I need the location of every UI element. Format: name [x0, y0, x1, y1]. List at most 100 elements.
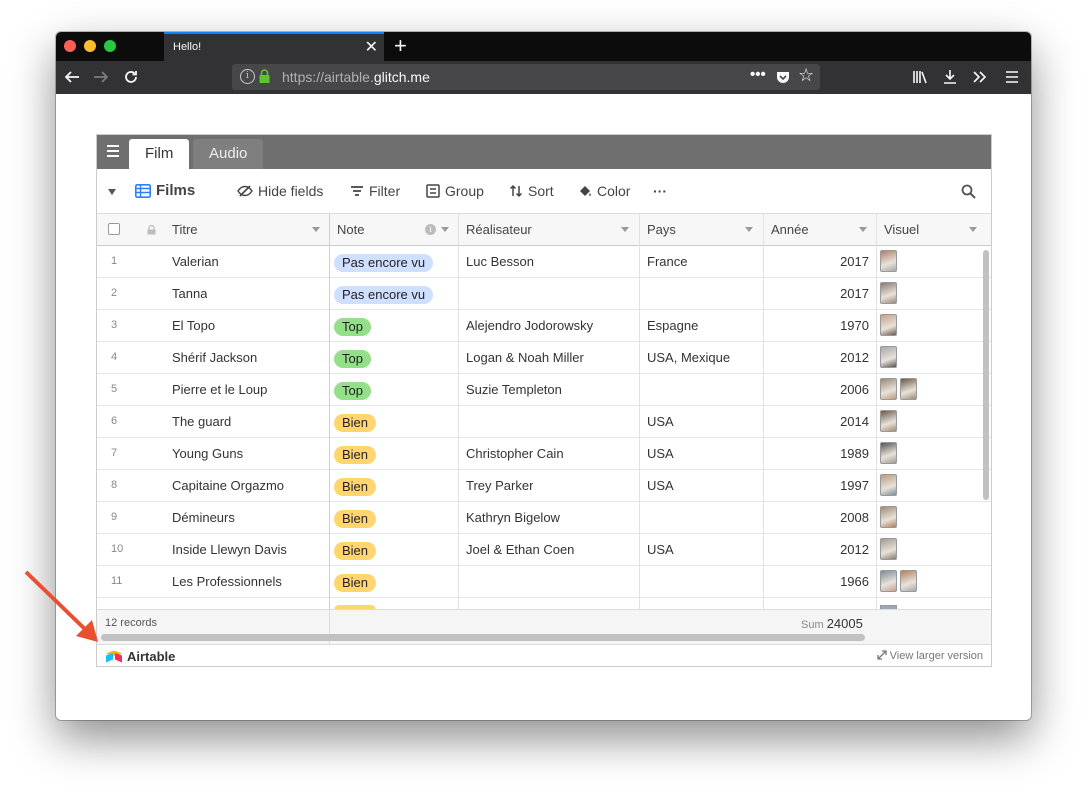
search-icon[interactable] [961, 184, 976, 199]
realisateur-cell[interactable]: Kathryn Bigelow [466, 502, 560, 533]
realisateur-cell[interactable]: Luc Besson [466, 246, 534, 277]
visuel-cell[interactable] [880, 278, 900, 309]
column-menu-caret-icon[interactable] [621, 227, 629, 232]
annee-cell[interactable]: 2008 [763, 502, 869, 533]
visuel-thumbnail[interactable] [880, 442, 897, 464]
info-icon[interactable]: i [240, 69, 255, 84]
table-row[interactable]: 7 Young Guns Bien Christopher Cain USA 1989 [97, 438, 991, 470]
hide-fields-button[interactable]: Hide fields [237, 183, 323, 199]
visuel-cell[interactable] [880, 342, 900, 373]
realisateur-cell[interactable]: Alejendro Jodorowsky [466, 310, 593, 341]
visuel-thumbnail[interactable] [880, 570, 897, 592]
realisateur-cell[interactable]: Joel & Ethan Coen [466, 534, 574, 565]
annee-cell[interactable]: 2017 [763, 278, 869, 309]
column-menu-caret-icon[interactable] [745, 227, 753, 232]
titre-cell[interactable]: Capitaine Orgazmo [172, 470, 284, 501]
realisateur-cell[interactable]: Trey Parker [466, 470, 533, 501]
table-row[interactable]: 4 Shérif Jackson Top Logan & Noah Miller USA… [97, 342, 991, 374]
bookmark-star-icon[interactable]: ☆ [798, 65, 814, 86]
url-bar[interactable]: i https://airtable.glitch.me ••• ☆ [232, 64, 820, 90]
note-cell[interactable]: Pas encore vu [334, 278, 434, 309]
visuel-cell[interactable] [880, 310, 900, 341]
page-actions-icon[interactable]: ••• [750, 66, 766, 83]
note-cell[interactable]: Top [334, 310, 371, 341]
note-cell[interactable]: Bien [334, 406, 377, 437]
visuel-thumbnail[interactable] [880, 506, 897, 528]
annee-cell[interactable]: 1997 [763, 470, 869, 501]
visuel-thumbnail[interactable] [880, 538, 897, 560]
annee-cell[interactable]: 2017 [763, 246, 869, 277]
titre-cell[interactable]: Les Professionnels [172, 566, 282, 597]
titre-cell[interactable]: Démineurs [172, 502, 235, 533]
note-cell[interactable]: Pas encore vu [334, 246, 434, 277]
visuel-cell[interactable] [880, 502, 900, 533]
table-row[interactable]: 6 The guard Bien USA 2014 [97, 406, 991, 438]
view-larger-link[interactable]: View larger version [876, 650, 983, 662]
minimize-window-button[interactable] [84, 40, 96, 52]
pays-cell[interactable]: France [647, 246, 687, 277]
note-cell[interactable]: Bien [334, 438, 377, 469]
airtable-logo[interactable]: Airtable [105, 649, 175, 664]
note-cell[interactable]: Bien [334, 502, 377, 533]
table-row[interactable]: 8 Capitaine Orgazmo Bien Trey Parker USA 1997 [97, 470, 991, 502]
visuel-thumbnail[interactable] [880, 282, 897, 304]
column-header-titre[interactable]: Titre [172, 214, 198, 245]
maximize-window-button[interactable] [104, 40, 116, 52]
download-icon[interactable] [942, 69, 958, 85]
hamburger-menu-icon[interactable] [1004, 69, 1020, 85]
visuel-cell[interactable] [880, 566, 920, 597]
visuel-cell[interactable] [880, 470, 900, 501]
note-cell[interactable]: Top [334, 342, 371, 373]
color-button[interactable]: Color [578, 183, 630, 199]
visuel-thumbnail[interactable] [880, 410, 897, 432]
annee-cell[interactable]: 1989 [763, 438, 869, 469]
sort-button[interactable]: Sort [509, 183, 554, 199]
field-info-icon[interactable]: i [425, 224, 436, 235]
table-row[interactable]: 9 Démineurs Bien Kathryn Bigelow 2008 [97, 502, 991, 534]
sum-summary[interactable]: Sum 24005 [801, 616, 863, 631]
visuel-cell[interactable] [880, 534, 900, 565]
visuel-thumbnail[interactable] [880, 314, 897, 336]
column-menu-caret-icon[interactable] [312, 227, 320, 232]
forward-icon[interactable] [93, 69, 109, 85]
column-menu-caret-icon[interactable] [859, 227, 867, 232]
annee-cell[interactable]: 2012 [763, 534, 869, 565]
pays-cell[interactable]: USA, Mexique [647, 342, 730, 373]
close-icon[interactable]: ✕ [365, 37, 378, 57]
reload-icon[interactable] [123, 69, 139, 85]
column-menu-caret-icon[interactable] [969, 227, 977, 232]
view-switcher[interactable]: Films [135, 182, 195, 199]
library-icon[interactable] [912, 69, 928, 85]
column-header-pays[interactable]: Pays [647, 214, 676, 245]
titre-cell[interactable]: El Topo [172, 310, 215, 341]
annee-cell[interactable]: 2012 [763, 342, 869, 373]
pays-cell[interactable]: USA [647, 406, 674, 437]
visuel-thumbnail[interactable] [880, 250, 897, 272]
visuel-cell[interactable] [880, 246, 900, 277]
titre-cell[interactable]: Valerian [172, 246, 219, 277]
visuel-cell[interactable] [880, 438, 900, 469]
group-button[interactable]: Group [426, 183, 484, 199]
note-cell[interactable]: Bien [334, 470, 377, 501]
filter-button[interactable]: Filter [350, 183, 400, 199]
annee-cell[interactable]: 2014 [763, 406, 869, 437]
table-row[interactable]: 5 Pierre et le Loup Top Suzie Templeton 2006 [97, 374, 991, 406]
column-header-realisateur[interactable]: Réalisateur [466, 214, 532, 245]
annee-cell[interactable]: 1966 [763, 566, 869, 597]
pays-cell[interactable]: USA [647, 470, 674, 501]
titre-cell[interactable]: Inside Llewyn Davis [172, 534, 287, 565]
new-tab-button[interactable]: + [394, 32, 407, 60]
pays-cell[interactable]: Espagne [647, 310, 698, 341]
table-row[interactable]: 11 Les Professionnels Bien 1966 [97, 566, 991, 598]
column-header-annee[interactable]: Année [771, 214, 809, 245]
tab-audio[interactable]: Audio [193, 139, 264, 169]
overflow-chevron-icon[interactable] [972, 69, 988, 85]
visuel-thumbnail[interactable] [880, 474, 897, 496]
pocket-icon[interactable] [776, 70, 790, 84]
table-row[interactable]: 10 Inside Llewyn Davis Bien Joel & Ethan Co… [97, 534, 991, 566]
realisateur-cell[interactable]: Suzie Templeton [466, 374, 562, 405]
column-menu-caret-icon[interactable] [441, 227, 449, 232]
visuel-cell[interactable] [880, 374, 920, 405]
column-header-note[interactable]: Note [337, 214, 364, 245]
column-header-visuel[interactable]: Visuel [884, 214, 919, 245]
